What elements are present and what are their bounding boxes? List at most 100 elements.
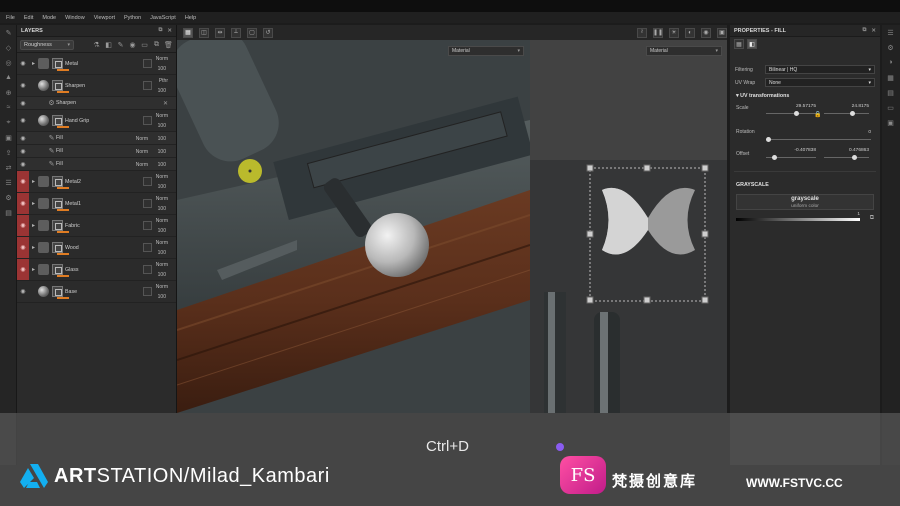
mask-thumbnail[interactable]	[52, 286, 63, 297]
display-icon[interactable]: ◐	[685, 27, 695, 38]
add-folder-icon[interactable]: ▭	[140, 40, 149, 49]
display-settings-icon[interactable]: ◑	[882, 55, 899, 70]
layer-opacity[interactable]: 100	[158, 66, 166, 72]
paint-brush-icon[interactable]: ✎	[0, 25, 17, 40]
layer-row[interactable]: ◉ ▸ Metal2 Norm 100	[17, 171, 176, 193]
layer-opacity[interactable]: 100	[158, 149, 166, 155]
visibility-eye-icon[interactable]: ◉	[17, 132, 29, 144]
mask-thumbnail[interactable]	[52, 242, 63, 253]
layer-opacity[interactable]: 100	[158, 136, 166, 142]
settings-icon[interactable]: ⚙	[0, 190, 17, 205]
channel-select[interactable]: Roughness ▾	[20, 39, 74, 50]
layer-opacity[interactable]: 100	[158, 250, 166, 256]
layer-row[interactable]: ◉ Base Norm 100	[17, 281, 176, 303]
layer-row[interactable]: ◉ ✎ Fill Norm 100	[17, 132, 176, 145]
visibility-eye-icon[interactable]: ◉	[17, 145, 29, 157]
layer-opacity[interactable]: 100	[158, 294, 166, 300]
visibility-eye-icon[interactable]: ◉	[17, 259, 29, 280]
blend-mode[interactable]: Norm	[148, 113, 168, 119]
visibility-eye-icon[interactable]: ◉	[17, 193, 29, 214]
screenshot-icon[interactable]: ▣	[717, 27, 727, 38]
layer-opacity[interactable]: 100	[158, 162, 166, 168]
uvwrap-select[interactable]: None ▾	[765, 78, 875, 87]
mask-thumbnail[interactable]	[52, 264, 63, 275]
close-icon[interactable]: ✕	[167, 28, 172, 34]
visibility-eye-icon[interactable]: ◉	[17, 53, 29, 74]
history-icon[interactable]: ▤	[882, 85, 899, 100]
float-panel-icon[interactable]: ⧉	[862, 27, 866, 34]
menu-edit[interactable]: Edit	[24, 15, 33, 21]
lock-icon[interactable]: 🔒	[814, 111, 821, 118]
projection-icon[interactable]: ◎	[0, 55, 17, 70]
layer-row[interactable]: ◉ Hand Grip Norm 100	[17, 110, 176, 132]
layer-row[interactable]: ◉ ✎ Fill Norm 100	[17, 158, 176, 171]
menu-file[interactable]: File	[6, 15, 15, 21]
folder-expand-icon[interactable]: ▸	[29, 200, 38, 207]
two-d-icon[interactable]: ²	[637, 27, 647, 38]
log-icon[interactable]: ▭	[882, 100, 899, 115]
layer-opacity[interactable]: 100	[158, 88, 166, 94]
folder-expand-icon[interactable]: ▸	[29, 266, 38, 273]
blend-mode[interactable]: Norm	[128, 162, 148, 168]
blend-mode[interactable]: Norm	[148, 56, 168, 62]
rotation-slider[interactable]: Rotation 0	[736, 129, 871, 145]
mask-thumbnail[interactable]	[52, 220, 63, 231]
blend-mode[interactable]: Norm	[148, 240, 168, 246]
menu-help[interactable]: Help	[185, 15, 196, 21]
split-view-icon[interactable]: ◫	[199, 27, 209, 38]
blend-mode[interactable]: Norm	[148, 262, 168, 268]
duplicate-icon[interactable]: ⧉	[152, 40, 161, 49]
blend-mode[interactable]: Norm	[148, 284, 168, 290]
pick-color-icon[interactable]: ⧉	[870, 215, 874, 222]
tab-material-icon[interactable]: ▦	[734, 39, 744, 49]
grayscale-resource[interactable]: grayscale uniform color	[736, 194, 874, 210]
add-fill-layer-icon[interactable]: ◉	[128, 40, 137, 49]
clone-icon[interactable]: ⊕	[0, 85, 17, 100]
material-select-right[interactable]: Material ▾	[646, 46, 722, 56]
add-paint-layer-icon[interactable]: ✎	[116, 40, 125, 49]
layer-opacity[interactable]: 100	[158, 123, 166, 129]
doc-icon[interactable]: ▤	[0, 205, 17, 220]
offset-x-slider[interactable]: -0.407838	[766, 147, 816, 163]
visibility-eye-icon[interactable]: ◉	[17, 110, 29, 131]
layer-opacity[interactable]: 100	[158, 228, 166, 234]
grid-view-icon[interactable]: ▦	[183, 27, 193, 38]
mask-thumbnail[interactable]	[52, 198, 63, 209]
mask-thumbnail[interactable]	[52, 115, 63, 126]
visibility-eye-icon[interactable]: ◉	[17, 237, 29, 258]
mask-thumbnail[interactable]	[52, 176, 63, 187]
menu-viewport[interactable]: Viewport	[94, 15, 115, 21]
material-select-left[interactable]: Material ▾	[448, 46, 524, 56]
trash-icon[interactable]: 🗑	[164, 40, 173, 49]
blend-mode[interactable]: Pthr	[148, 78, 168, 84]
mask-thumbnail[interactable]	[52, 58, 63, 69]
menu-mode[interactable]: Mode	[42, 15, 56, 21]
layer-row[interactable]: ◉ ⚙ Sharpen ✕	[17, 97, 176, 110]
add-mask-icon[interactable]: ◧	[104, 40, 113, 49]
add-effect-icon[interactable]: ⚗	[92, 40, 101, 49]
tab-texture-icon[interactable]: ◧	[747, 39, 757, 49]
picker-icon[interactable]: ⌖	[0, 115, 17, 130]
scale-y-slider[interactable]: 24.8175	[824, 103, 869, 119]
layers-stack-icon[interactable]: ☰	[0, 175, 17, 190]
blend-mode[interactable]: Norm	[148, 196, 168, 202]
folder-expand-icon[interactable]: ▸	[29, 222, 38, 229]
visibility-eye-icon[interactable]: ◉	[17, 281, 29, 302]
bakers-icon[interactable]: ▣	[882, 115, 899, 130]
folder-expand-icon[interactable]: ▸	[29, 244, 38, 251]
frame-icon[interactable]: ▢	[247, 27, 257, 38]
symmetry-icon[interactable]: ⇹	[215, 27, 225, 38]
blend-mode[interactable]: Norm	[148, 174, 168, 180]
grayscale-slider[interactable]: 1 ⧉	[736, 212, 874, 226]
filtering-select[interactable]: Bilinear | HQ ▾	[765, 65, 875, 74]
menu-window[interactable]: Window	[65, 15, 85, 21]
blend-mode[interactable]: Norm	[128, 149, 148, 155]
visibility-eye-icon[interactable]: ◉	[17, 215, 29, 236]
uv-transform-section[interactable]: ▾ UV transformations	[730, 89, 880, 103]
export-icon[interactable]: ⇪	[0, 145, 17, 160]
shelf-icon[interactable]: ▦	[882, 70, 899, 85]
pause-icon[interactable]: ❚❚	[653, 27, 663, 38]
folder-expand-icon[interactable]: ▸	[29, 60, 38, 67]
viewport-3d[interactable]	[177, 40, 530, 413]
menu-python[interactable]: Python	[124, 15, 141, 21]
